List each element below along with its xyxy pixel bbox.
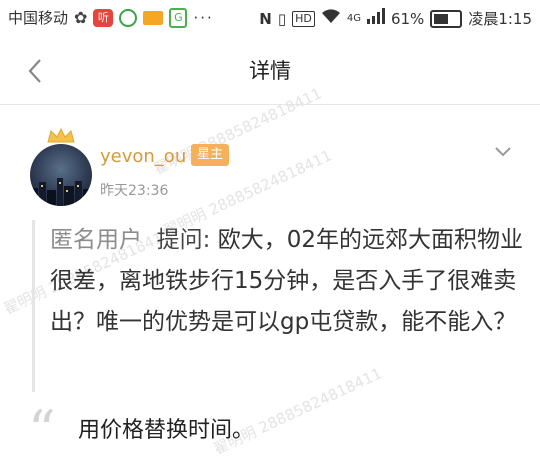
clock-time: 凌晨1:15 (468, 9, 532, 28)
question-asker: 匿名用户 (50, 227, 142, 253)
more-options-button[interactable] (493, 144, 513, 160)
city-skyline-icon (30, 178, 92, 206)
battery-percent: 61% (390, 9, 425, 28)
owner-badge: 星主 (191, 144, 230, 166)
status-bar-right: N ▯ HD 4G 61% 凌晨1:15 (259, 8, 532, 29)
sync-icon (119, 9, 138, 27)
answer-text: 用价格替换时间。 (78, 418, 255, 443)
wechat-icon: ✿ (74, 8, 88, 27)
chevron-down-icon (495, 147, 511, 157)
network-type-label: 4G (346, 12, 361, 24)
page-title: 详情 (249, 59, 291, 83)
status-bar: 中国移动 ✿ 听 G ··· N ▯ HD 4G 61% 凌晨1:15 (0, 0, 540, 38)
mail-icon (143, 11, 164, 25)
avatar (30, 144, 92, 206)
username-link[interactable]: yevon_ou (100, 146, 186, 167)
more-notifications-icon: ··· (193, 9, 214, 27)
quote-icon: “ (28, 399, 56, 462)
carrier-label: 中国移动 (8, 9, 69, 27)
hd-icon: HD (292, 10, 315, 27)
status-bar-left: 中国移动 ✿ 听 G ··· (8, 8, 214, 28)
question-label: 提问: (156, 227, 211, 253)
nav-bar: 详情 (0, 38, 540, 105)
signal-icon (366, 8, 385, 29)
question-block: 匿名用户 提问: 欧大，02年的远郊大面积物业很差，离地铁步行15分钟，是否入手… (32, 220, 532, 392)
crown-icon (47, 128, 75, 143)
vibrate-icon: ▯ (277, 9, 287, 28)
app-icon: G (169, 8, 188, 28)
nfc-icon: N (259, 9, 272, 28)
wifi-icon (321, 8, 341, 29)
app-notification-icon: 听 (93, 9, 114, 27)
avatar-container[interactable] (30, 128, 92, 208)
post-timestamp: 昨天23:36 (100, 183, 169, 199)
battery-icon (430, 9, 463, 28)
